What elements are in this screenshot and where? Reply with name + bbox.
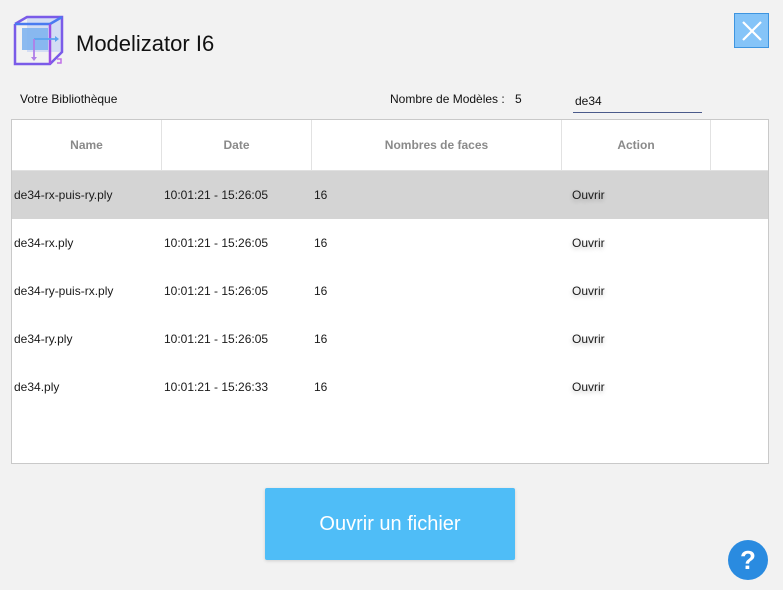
row-faces: 16 xyxy=(314,284,328,298)
model-count-label: Nombre de Modèles : xyxy=(390,92,505,106)
help-icon: ? xyxy=(740,544,756,575)
table-row[interactable]: de34.ply 10:01:21 - 15:26:33 16 Ouvrir xyxy=(12,363,768,411)
row-faces: 16 xyxy=(314,236,328,250)
model-count-value: 5 xyxy=(515,92,522,106)
close-icon xyxy=(741,20,762,41)
row-date: 10:01:21 - 15:26:05 xyxy=(164,332,269,346)
search-input[interactable] xyxy=(573,89,702,113)
table-row[interactable]: de34-rx-puis-ry.ply 10:01:21 - 15:26:05 … xyxy=(12,171,768,219)
row-name: de34.ply xyxy=(14,380,60,394)
models-table: Name Date Nombres de faces Action de34-r… xyxy=(11,119,769,464)
row-faces: 16 xyxy=(314,332,328,346)
row-name: de34-rx-puis-ry.ply xyxy=(14,188,113,202)
table-row[interactable]: de34-rx.ply 10:01:21 - 15:26:05 16 Ouvri… xyxy=(12,219,768,267)
column-header-action[interactable]: Action xyxy=(562,120,711,170)
row-date: 10:01:21 - 15:26:05 xyxy=(164,284,269,298)
column-header-faces[interactable]: Nombres de faces xyxy=(312,120,562,170)
help-button[interactable]: ? xyxy=(728,540,768,580)
row-date: 10:01:21 - 15:26:33 xyxy=(164,380,269,394)
open-model-button[interactable]: Ouvrir xyxy=(572,363,605,411)
table-row[interactable]: de34-ry-puis-rx.ply 10:01:21 - 15:26:05 … xyxy=(12,267,768,315)
table-row[interactable]: de34-ry.ply 10:01:21 - 15:26:05 16 Ouvri… xyxy=(12,315,768,363)
open-model-button[interactable]: Ouvrir xyxy=(572,171,605,219)
3d-cube-icon xyxy=(13,15,65,69)
column-header-date[interactable]: Date xyxy=(162,120,312,170)
row-date: 10:01:21 - 15:26:05 xyxy=(164,236,269,250)
library-label: Votre Bibliothèque xyxy=(20,92,118,106)
row-date: 10:01:21 - 15:26:05 xyxy=(164,188,269,202)
row-name: de34-rx.ply xyxy=(14,236,74,250)
row-name: de34-ry-puis-rx.ply xyxy=(14,284,114,298)
row-faces: 16 xyxy=(314,188,328,202)
open-model-button[interactable]: Ouvrir xyxy=(572,315,605,363)
open-model-button[interactable]: Ouvrir xyxy=(572,267,605,315)
column-header-name[interactable]: Name xyxy=(12,120,162,170)
open-model-button[interactable]: Ouvrir xyxy=(572,219,605,267)
table-header: Name Date Nombres de faces Action xyxy=(12,120,768,171)
open-file-button[interactable]: Ouvrir un fichier xyxy=(265,488,515,560)
row-faces: 16 xyxy=(314,380,328,394)
row-name: de34-ry.ply xyxy=(14,332,73,346)
close-button[interactable] xyxy=(734,13,769,48)
app-title: Modelizator I6 xyxy=(76,31,215,56)
